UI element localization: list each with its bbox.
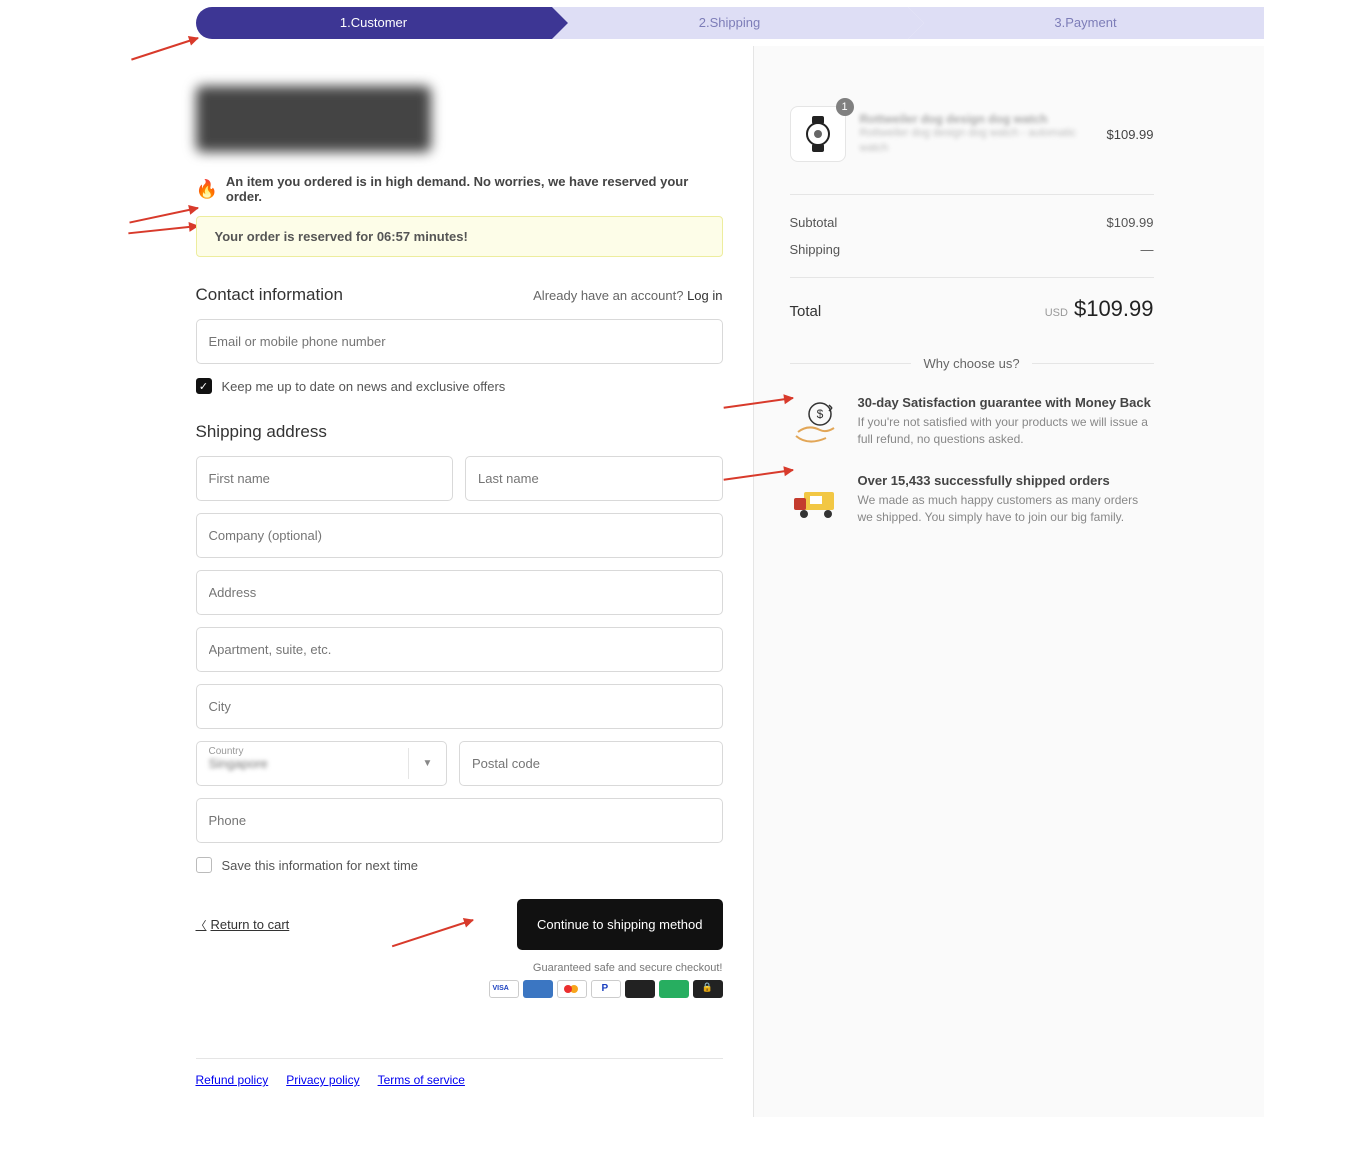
contact-heading: Contact information xyxy=(196,285,343,305)
first-name-field[interactable] xyxy=(196,456,454,501)
newsletter-label: Keep me up to date on news and exclusive… xyxy=(222,379,506,394)
paypal-icon xyxy=(591,980,621,998)
address-field[interactable] xyxy=(196,570,723,615)
login-hint: Already have an account? Log in xyxy=(533,288,722,303)
product-variant: Rottweiler dog design dog watch - automa… xyxy=(860,126,1093,157)
shopify-icon xyxy=(659,980,689,998)
product-thumbnail xyxy=(790,106,846,162)
cart-item-row: 1 Rottweiler dog design dog watch Rottwe… xyxy=(790,106,1154,162)
why-choose-heading: Why choose us? xyxy=(911,356,1031,371)
shipping-value: — xyxy=(1141,242,1154,257)
refund-policy-link[interactable]: Refund policy xyxy=(196,1073,269,1087)
login-hint-prefix: Already have an account? xyxy=(533,288,687,303)
total-value: $109.99 xyxy=(1074,296,1154,321)
chevron-left-icon: 〈 xyxy=(196,917,207,933)
watch-icon xyxy=(798,114,838,154)
high-demand-text: An item you ordered is in high demand. N… xyxy=(226,174,723,204)
quantity-badge: 1 xyxy=(836,98,854,116)
secure-checkout-text: Guaranteed safe and secure checkout! xyxy=(196,962,723,974)
login-link[interactable]: Log in xyxy=(687,288,722,303)
discover-icon xyxy=(625,980,655,998)
subtotal-label: Subtotal xyxy=(790,215,838,230)
apartment-field[interactable] xyxy=(196,627,723,672)
city-field[interactable] xyxy=(196,684,723,729)
line-price: $109.99 xyxy=(1107,127,1154,142)
fire-icon: 🔥 xyxy=(196,179,218,200)
checkbox-icon xyxy=(196,857,212,873)
phone-field[interactable] xyxy=(196,798,723,843)
high-demand-notice: 🔥 An item you ordered is in high demand.… xyxy=(196,174,723,204)
step-payment[interactable]: 3.Payment xyxy=(908,7,1264,39)
svg-text:$: $ xyxy=(816,407,823,421)
mastercard-icon xyxy=(557,980,587,998)
shipping-label: Shipping xyxy=(790,242,841,257)
step-shipping[interactable]: 2.Shipping xyxy=(552,7,908,39)
checkout-steps: 1.Customer 2.Shipping 3.Payment xyxy=(196,7,1264,39)
save-info-checkbox-row[interactable]: Save this information for next time xyxy=(196,857,723,873)
chevron-down-icon: ▼ xyxy=(408,748,446,779)
newsletter-checkbox-row[interactable]: ✓ Keep me up to date on news and exclusi… xyxy=(196,378,723,394)
visa-icon xyxy=(489,980,519,998)
last-name-field[interactable] xyxy=(465,456,723,501)
continue-button[interactable]: Continue to shipping method xyxy=(517,899,723,950)
amex-icon xyxy=(523,980,553,998)
truck-icon xyxy=(790,473,844,529)
product-title: Rottweiler dog design dog watch xyxy=(860,112,1093,126)
company-field[interactable] xyxy=(196,513,723,558)
currency-label: USD xyxy=(1045,307,1068,319)
return-to-cart-link[interactable]: 〈 Return to cart xyxy=(196,917,290,933)
benefit-2-text: We made as much happy customers as many … xyxy=(858,492,1154,526)
return-label: Return to cart xyxy=(211,917,290,932)
benefit-1-text: If you're not satisfied with your produc… xyxy=(858,414,1154,448)
country-value: Singapore xyxy=(209,756,409,771)
save-info-label: Save this information for next time xyxy=(222,858,419,873)
store-logo xyxy=(196,86,431,152)
postal-code-field[interactable] xyxy=(459,741,723,786)
money-back-icon: $ xyxy=(790,395,844,451)
subtotal-value: $109.99 xyxy=(1107,215,1154,230)
terms-link[interactable]: Terms of service xyxy=(378,1073,465,1087)
benefit-2-title: Over 15,433 successfully shipped orders xyxy=(858,473,1154,488)
check-icon: ✓ xyxy=(196,378,212,394)
benefit-1-title: 30-day Satisfaction guarantee with Money… xyxy=(858,395,1154,410)
reservation-timer-box: Your order is reserved for 06:57 minutes… xyxy=(196,216,723,257)
lock-icon xyxy=(693,980,723,998)
step-customer[interactable]: 1.Customer xyxy=(196,7,552,39)
privacy-policy-link[interactable]: Privacy policy xyxy=(286,1073,359,1087)
payment-icons xyxy=(196,980,723,998)
country-select[interactable]: Country Singapore ▼ xyxy=(196,741,448,786)
total-label: Total xyxy=(790,303,822,320)
shipping-heading: Shipping address xyxy=(196,422,723,442)
email-field[interactable] xyxy=(196,319,723,364)
